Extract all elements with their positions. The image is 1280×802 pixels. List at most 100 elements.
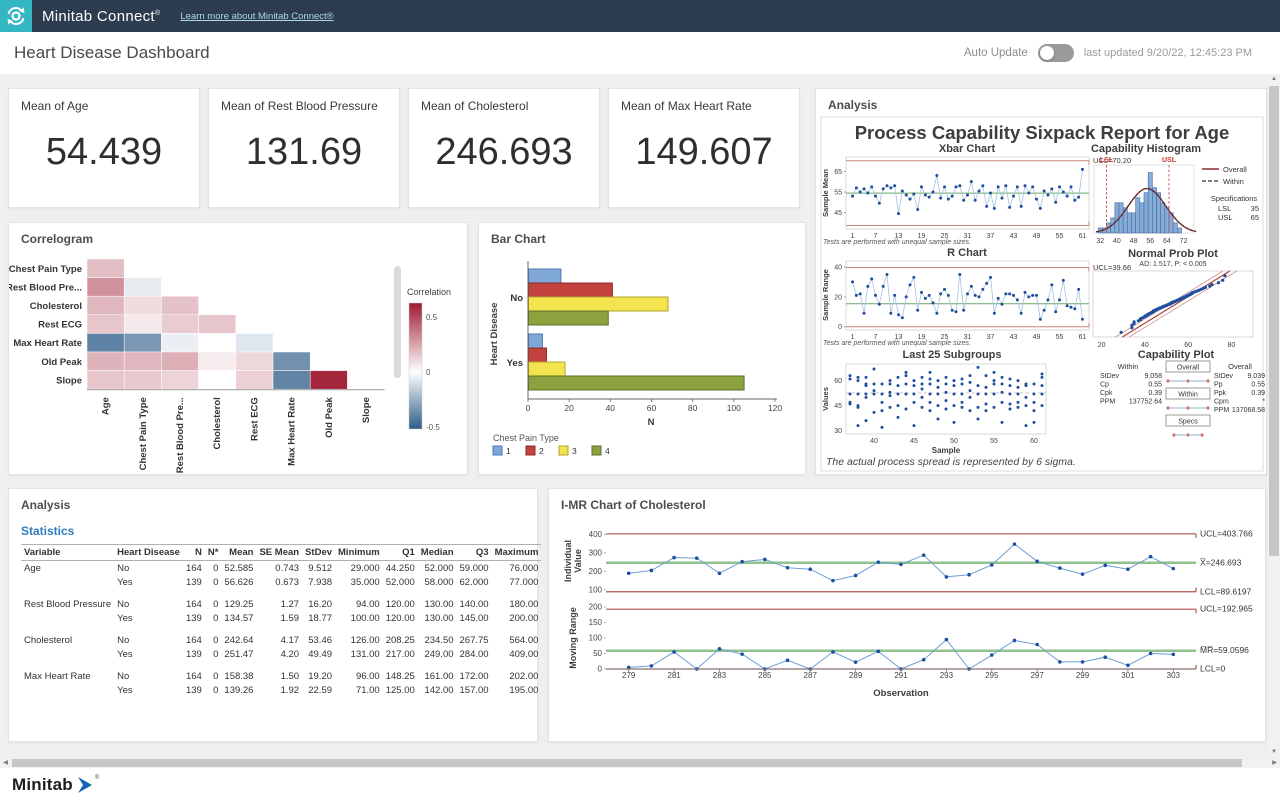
svg-text:Rest ECG: Rest ECG (38, 320, 82, 331)
svg-text:Capability Plot: Capability Plot (1138, 349, 1215, 361)
svg-text:Overall: Overall (1228, 362, 1252, 371)
panel-analysis-sixpack: Analysis Process Capability Sixpack Repo… (815, 88, 1267, 475)
kpi-label: Mean of Age (9, 89, 199, 113)
minitab-connect-logo[interactable] (0, 0, 32, 32)
auto-update-toggle[interactable] (1038, 44, 1074, 62)
stats-col-header: Minimum (335, 545, 383, 561)
kpi-label: Mean of Cholesterol (409, 89, 599, 113)
stats-col-header: N* (205, 545, 222, 561)
svg-text:Within: Within (1118, 362, 1139, 371)
svg-text:Rest ECG: Rest ECG (249, 397, 260, 441)
svg-text:60: 60 (647, 403, 657, 413)
svg-text:No: No (510, 293, 523, 304)
svg-text:Old Peak: Old Peak (324, 396, 335, 437)
svg-text:137068.58: 137068.58 (1232, 407, 1265, 414)
scroll-left-arrow[interactable]: ◀ (0, 758, 11, 768)
svg-text:Moving Range: Moving Range (568, 607, 578, 669)
svg-text:Ppk: Ppk (1214, 390, 1227, 397)
svg-text:-0.5: -0.5 (426, 423, 440, 432)
stats-table-row: Max Heart RateNo1640158.381.5019.2096.00… (21, 669, 541, 683)
scroll-up-arrow[interactable]: ▲ (1268, 74, 1280, 85)
stats-table-row: CholesterolNo1640242.644.1753.46126.0020… (21, 633, 541, 647)
svg-text:37: 37 (987, 233, 995, 240)
svg-text:Chest Pain Type: Chest Pain Type (9, 264, 82, 275)
stats-col-header: SE Mean (256, 545, 302, 561)
svg-text:Sample Mean: Sample Mean (821, 169, 830, 217)
svg-text:20: 20 (1098, 342, 1106, 349)
svg-text:N: N (648, 417, 655, 428)
stats-table-row: Rest Blood PressureNo1640129.251.2716.20… (21, 597, 541, 611)
svg-text:289: 289 (849, 671, 863, 680)
svg-text:400: 400 (589, 530, 603, 539)
svg-text:49: 49 (1033, 233, 1041, 240)
svg-text:0: 0 (598, 665, 603, 674)
stats-table-row: Yes1390134.571.5918.77100.00120.00130.00… (21, 611, 541, 625)
svg-text:Cp: Cp (1100, 382, 1109, 389)
svg-text:0.55: 0.55 (1148, 382, 1162, 389)
svg-text:50: 50 (593, 649, 602, 658)
svg-text:281: 281 (667, 671, 681, 680)
svg-text:287: 287 (804, 671, 818, 680)
svg-text:291: 291 (894, 671, 908, 680)
kpi-label: Mean of Rest Blood Pressure (209, 89, 399, 113)
svg-text:Overall: Overall (1177, 365, 1200, 372)
svg-text:35: 35 (1251, 204, 1259, 213)
svg-text:Specs: Specs (1178, 419, 1198, 426)
minitab-footer-logo[interactable]: Minitab ® (12, 775, 99, 795)
svg-text:LCL=89.6197: LCL=89.6197 (1200, 586, 1252, 596)
svg-text:Cholesterol: Cholesterol (212, 397, 223, 449)
vertical-scroll-thumb[interactable] (1269, 86, 1279, 556)
svg-text:USL: USL (1218, 213, 1233, 222)
svg-text:Last 25 Subgroups: Last 25 Subgroups (902, 349, 1001, 361)
svg-text:9.058: 9.058 (1144, 373, 1162, 380)
horizontal-scrollbar[interactable]: ◀ ▶ (0, 758, 1280, 768)
svg-text:Within: Within (1223, 177, 1244, 186)
svg-text:0: 0 (526, 403, 531, 413)
correlogram-heatmap: Chest Pain TypeRest Blood Pre...Choleste… (9, 251, 467, 473)
svg-text:60: 60 (1184, 342, 1192, 349)
svg-text:LCL=0: LCL=0 (1200, 664, 1226, 674)
svg-text:Capability Histogram: Capability Histogram (1091, 143, 1201, 155)
svg-text:Tests are performed with unequ: Tests are performed with unequal sample … (823, 239, 971, 246)
kpi-value: 131.69 (209, 131, 399, 174)
imr-chart: 100200300400UCL=403.766X̅=246.693LCL=89.… (549, 513, 1263, 741)
svg-text:Cpk: Cpk (1100, 390, 1113, 397)
statistics-subtitle: Statistics (9, 512, 537, 542)
scroll-down-arrow[interactable]: ▼ (1268, 747, 1280, 758)
svg-text:43: 43 (1010, 334, 1018, 341)
kpi-card-mean-max-hr: Mean of Max Heart Rate 149.607 (608, 88, 800, 208)
sync-gear-icon (5, 5, 27, 27)
learn-more-link[interactable]: Learn more about Minitab Connect® (180, 11, 333, 22)
kpi-card-mean-rest-bp: Mean of Rest Blood Pressure 131.69 (208, 88, 400, 208)
statistics-table: VariableHeart DiseaseNN*MeanSE MeanStDev… (21, 544, 541, 697)
registered-mark: ® (155, 10, 160, 17)
minitab-chevron-icon (77, 777, 95, 793)
svg-text:301: 301 (1121, 671, 1135, 680)
svg-text:X̅=246.693: X̅=246.693 (1200, 557, 1242, 567)
stats-col-header: Q3 (457, 545, 492, 561)
registered-mark: ® (95, 775, 99, 781)
page-title: Heart Disease Dashboard (14, 43, 210, 63)
svg-text:UCL=192.965: UCL=192.965 (1200, 604, 1253, 614)
svg-text:PPM: PPM (1100, 399, 1115, 406)
kpi-label: Mean of Max Heart Rate (609, 89, 799, 113)
scroll-right-arrow[interactable]: ▶ (1269, 758, 1280, 768)
svg-text:64: 64 (1163, 238, 1171, 245)
horizontal-scroll-thumb[interactable] (12, 759, 1242, 767)
stats-table-row: Yes1390139.261.9222.5971.00125.00142.001… (21, 683, 541, 697)
stats-table-row: Yes1390251.474.2049.49131.00217.00249.00… (21, 647, 541, 661)
panel-analysis-statistics: Analysis Statistics VariableHeart Diseas… (8, 488, 538, 742)
footer-brand-text: Minitab (12, 775, 73, 795)
svg-text:0.55: 0.55 (1251, 382, 1265, 389)
svg-text:Individual: Individual (563, 540, 573, 582)
vertical-scrollbar[interactable]: ▲ ▼ (1268, 74, 1280, 758)
svg-text:AD: 1.517, P: < 0.005: AD: 1.517, P: < 0.005 (1139, 261, 1206, 268)
svg-text:Slope: Slope (361, 397, 372, 423)
svg-text:303: 303 (1167, 671, 1181, 680)
svg-text:32: 32 (1096, 238, 1104, 245)
svg-text:50: 50 (950, 438, 958, 445)
svg-text:Overall: Overall (1223, 165, 1247, 174)
svg-text:Value: Value (573, 549, 583, 573)
svg-text:55: 55 (834, 189, 842, 196)
svg-text:40: 40 (606, 403, 616, 413)
